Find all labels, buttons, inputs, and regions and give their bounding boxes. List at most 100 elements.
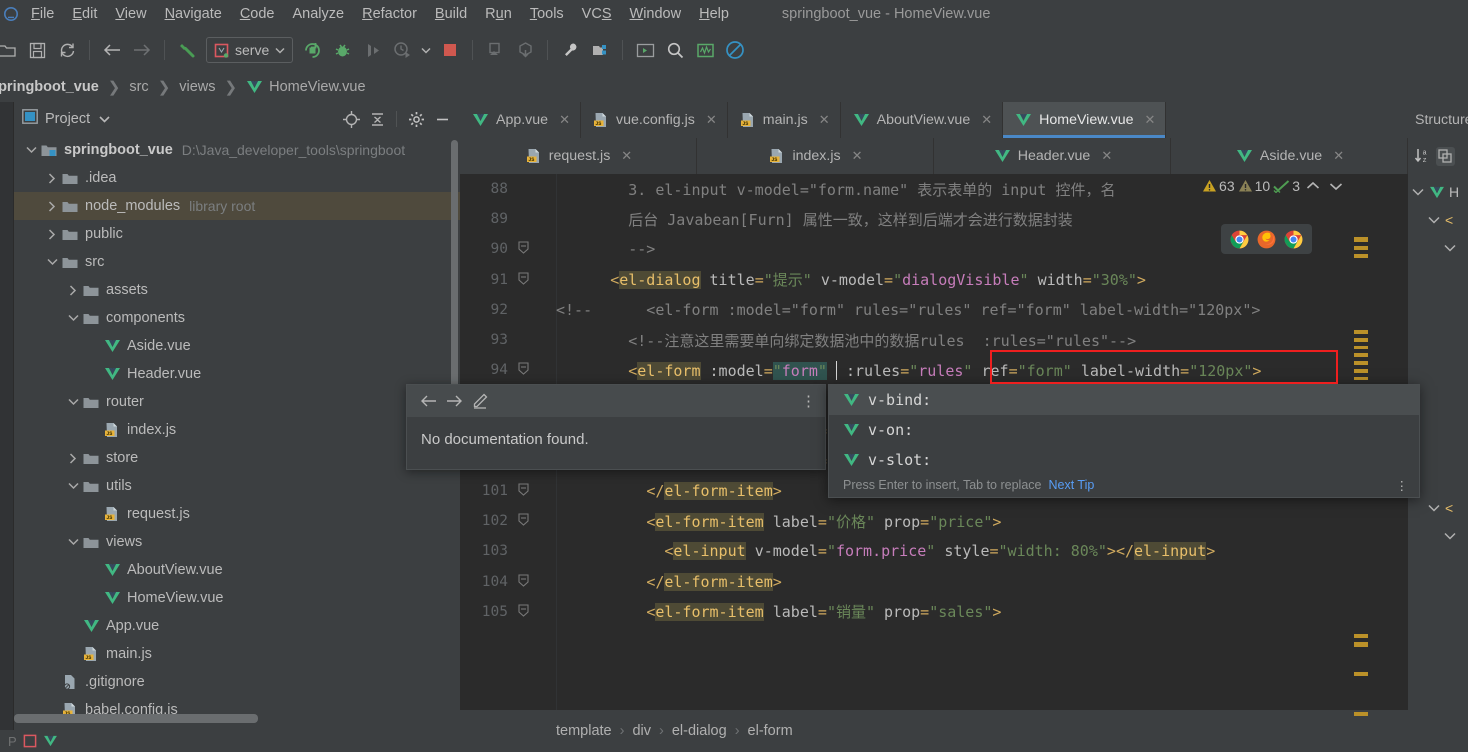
menu-navigate[interactable]: Navigate <box>156 0 231 28</box>
line-gutter[interactable]: 94 <box>460 355 556 385</box>
editor-tab-header-vue[interactable]: Header.vue ✕ <box>934 138 1171 174</box>
structure-row[interactable] <box>1408 522 1468 550</box>
inspection-widget[interactable]: 63 10 3 <box>1200 176 1348 196</box>
fold-region-toggle[interactable] <box>512 604 534 620</box>
breadcrumb-src[interactable]: src <box>129 79 148 95</box>
run-with-coverage-icon[interactable] <box>357 35 387 65</box>
tree-item-homeview-vue[interactable]: HomeView.vue <box>14 584 460 612</box>
profiler-icon[interactable] <box>387 35 417 65</box>
hide-panel-icon[interactable] <box>430 107 454 131</box>
line-gutter[interactable]: 102 <box>460 506 556 536</box>
structure-row[interactable]: < <box>1408 206 1468 234</box>
structure-row[interactable]: < <box>1408 494 1468 522</box>
structure-row[interactable]: H <box>1408 178 1468 206</box>
save-icon[interactable] <box>22 35 52 65</box>
tree-item-node-modules[interactable]: node_modules library root <box>14 192 460 220</box>
tree-twisty[interactable] <box>43 172 61 184</box>
fold-region-toggle[interactable] <box>512 513 534 529</box>
menu-file[interactable]: File <box>22 0 63 28</box>
sort-alphabetically-icon[interactable]: az <box>1414 147 1432 165</box>
code-line[interactable]: 92 <!-- <el-form :model="form" rules="rul… <box>460 295 1408 325</box>
crumb-el-form[interactable]: el-form <box>748 723 793 739</box>
forward-arrow-icon[interactable] <box>441 388 467 414</box>
crumb-el-dialog[interactable]: el-dialog <box>672 723 727 739</box>
close-icon[interactable]: ✕ <box>1145 112 1156 128</box>
tree-item-assets[interactable]: assets <box>14 276 460 304</box>
locate-target-icon[interactable] <box>339 107 363 131</box>
tree-item-header-vue[interactable]: Header.vue <box>14 360 460 388</box>
group-icon[interactable] <box>1436 146 1455 166</box>
line-gutter[interactable]: 90 <box>460 234 556 264</box>
update-project-icon[interactable] <box>510 35 540 65</box>
completion-list[interactable]: v-bind: v-on: v-slot: <box>829 385 1419 475</box>
menu-help[interactable]: Help <box>690 0 738 28</box>
tree-item-src[interactable]: src <box>14 248 460 276</box>
close-icon[interactable]: ✕ <box>852 148 863 164</box>
fold-region-toggle[interactable] <box>512 483 534 499</box>
code-line[interactable]: 102 <el-form-item label="价格" prop="price… <box>460 506 1408 536</box>
menu-code[interactable]: Code <box>231 0 284 28</box>
menu-run[interactable]: Run <box>476 0 521 28</box>
menu-view[interactable]: View <box>106 0 155 28</box>
crumb-div[interactable]: div <box>632 723 651 739</box>
tree-item-aside-vue[interactable]: Aside.vue <box>14 332 460 360</box>
line-gutter[interactable]: 105 <box>460 597 556 627</box>
activity-monitor-icon[interactable] <box>690 35 720 65</box>
more-vertical-icon[interactable]: ⋮ <box>801 392 817 410</box>
chrome-icon[interactable] <box>1230 230 1249 249</box>
chevron-up-icon[interactable] <box>1303 181 1323 191</box>
tree-twisty[interactable] <box>64 538 82 546</box>
refresh-icon[interactable] <box>52 35 82 65</box>
tree-item-springboot-vue[interactable]: springboot_vue D:\Java_developer_tools\sp… <box>14 136 460 164</box>
menu-analyze[interactable]: Analyze <box>284 0 354 28</box>
breadcrumb-views[interactable]: views <box>179 79 215 95</box>
line-gutter[interactable]: 93 <box>460 325 556 355</box>
close-icon[interactable]: ✕ <box>621 148 632 164</box>
tree-twisty[interactable] <box>64 314 82 322</box>
hammer-build-icon[interactable] <box>172 35 202 65</box>
fold-region-toggle[interactable] <box>512 241 534 257</box>
completion-item-vbind[interactable]: v-bind: <box>829 385 1419 415</box>
tree-item-store[interactable]: store <box>14 444 460 472</box>
tree-twisty[interactable] <box>64 452 82 464</box>
code-line[interactable]: 94 <el-form :model="form" :rules="rules"… <box>460 355 1408 385</box>
code-line[interactable]: 103 <el-input v-model="form.price" style… <box>460 536 1408 566</box>
tree-item-main-js[interactable]: JS main.js <box>14 640 460 668</box>
project-tree[interactable]: springboot_vue D:\Java_developer_tools\sp… <box>14 136 460 724</box>
run-configuration-selector[interactable]: serve <box>206 37 294 63</box>
tree-item-views[interactable]: views <box>14 528 460 556</box>
left-tool-rail[interactable] <box>0 102 14 752</box>
tree-item--idea[interactable]: .idea <box>14 164 460 192</box>
tree-item-public[interactable]: public <box>14 220 460 248</box>
next-tip-link[interactable]: Next Tip <box>1048 478 1094 492</box>
forward-arrow-icon[interactable] <box>127 35 157 65</box>
no-access-icon[interactable] <box>720 35 750 65</box>
tree-item-app-vue[interactable]: App.vue <box>14 612 460 640</box>
line-gutter[interactable]: 104 <box>460 566 556 596</box>
close-icon[interactable]: ✕ <box>981 112 992 128</box>
tree-item-request-js[interactable]: JS request.js <box>14 500 460 528</box>
menu-edit[interactable]: Edit <box>63 0 106 28</box>
code-line[interactable]: 104 </el-form-item> <box>460 566 1408 596</box>
tree-item-utils[interactable]: utils <box>14 472 460 500</box>
menu-refactor[interactable]: Refactor <box>353 0 426 28</box>
editor-tab-aboutview-vue[interactable]: AboutView.vue ✕ <box>841 102 1004 138</box>
open-folder-icon[interactable] <box>0 35 22 65</box>
tree-twisty[interactable] <box>22 146 40 154</box>
line-gutter[interactable]: 88 <box>460 174 556 204</box>
completion-item-vslot[interactable]: v-slot: <box>829 445 1419 475</box>
editor-tab-app-vue[interactable]: App.vue ✕ <box>460 102 581 138</box>
chevron-down-icon[interactable] <box>1326 181 1346 191</box>
fold-region-toggle[interactable] <box>512 573 534 590</box>
weak-warning-count[interactable]: 10 <box>1238 178 1270 194</box>
chrome-canary-icon[interactable] <box>1284 230 1303 249</box>
tree-twisty[interactable] <box>43 228 61 240</box>
menu-vcs[interactable]: VCS <box>573 0 621 28</box>
ok-count[interactable]: 3 <box>1273 178 1300 194</box>
line-gutter[interactable]: 103 <box>460 536 556 566</box>
tree-item-aboutview-vue[interactable]: AboutView.vue <box>14 556 460 584</box>
code-line[interactable]: 105 <el-form-item label="销量" prop="sales… <box>460 597 1408 627</box>
firefox-icon[interactable] <box>1257 230 1276 249</box>
editor-tab-vue-config-js[interactable]: JS vue.config.js ✕ <box>581 102 728 138</box>
line-gutter[interactable]: 101 <box>460 476 556 506</box>
